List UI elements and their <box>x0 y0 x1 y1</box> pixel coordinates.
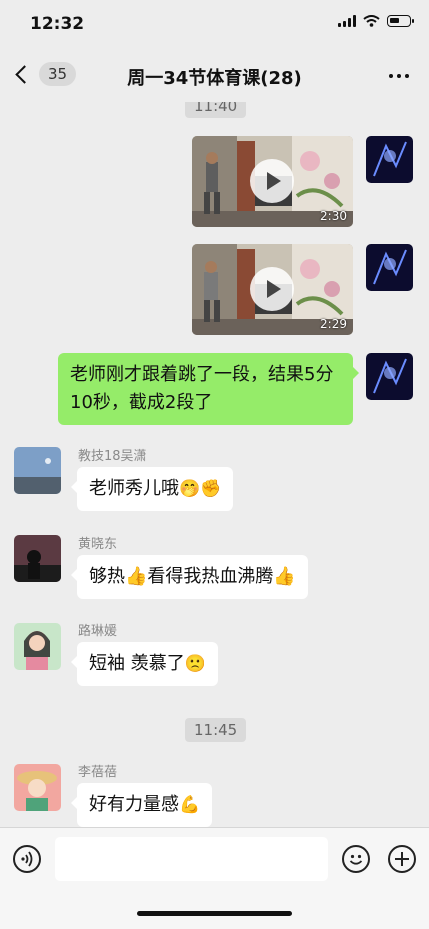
plus-icon <box>395 852 409 866</box>
wifi-icon <box>363 15 380 27</box>
message-input[interactable] <box>55 837 328 881</box>
avatar[interactable] <box>14 764 61 811</box>
more-functions-button[interactable] <box>388 845 416 873</box>
emoji-icon: 🤭✊ <box>179 479 222 499</box>
smile-icon <box>349 854 363 865</box>
message-bubble-outgoing[interactable]: 老师刚才跟着跳了一段，结果5分10秒，截成2段了 <box>58 353 359 425</box>
video-message[interactable]: 2:29 <box>192 244 353 335</box>
message-bubble-incoming[interactable]: 够热👍看得我热血沸腾👍 <box>71 555 308 599</box>
voice-icon <box>21 851 33 867</box>
timestamp: 11:40 <box>185 102 247 118</box>
sender-name: 黄晓东 <box>78 537 118 552</box>
video-message[interactable]: 2:30 <box>192 136 353 227</box>
message-text: 好有力量感 <box>89 794 179 815</box>
sender-name: 李蓓蓓 <box>78 765 118 780</box>
status-bar: 12:32 <box>0 0 429 50</box>
video-duration: 2:30 <box>320 209 347 223</box>
voice-input-button[interactable] <box>13 845 41 873</box>
avatar-self[interactable] <box>366 244 413 291</box>
message-bubble-incoming[interactable]: 好有力量感💪 <box>70 783 213 827</box>
message-bubble-incoming[interactable]: 老师秀儿哦🤭✊ <box>70 467 234 511</box>
sender-name: 教技18吴潇 <box>78 449 147 464</box>
chat-header: 35 周一34节体育课(28) <box>0 50 429 102</box>
play-icon[interactable] <box>250 159 294 203</box>
avatar[interactable] <box>14 447 61 494</box>
message-text: 老师秀儿哦 <box>89 478 179 499</box>
battery-icon <box>387 15 414 27</box>
status-icons <box>338 15 414 27</box>
home-indicator <box>137 911 292 916</box>
emoji-button[interactable] <box>342 845 370 873</box>
message-list[interactable]: 11:40 2:30 2:29 老师刚才跟着跳了一段，结果5分10秒，截成2段了… <box>0 102 429 827</box>
avatar[interactable] <box>14 623 61 670</box>
signal-icon <box>338 15 356 27</box>
chat-title: 周一34节体育课(28) <box>127 68 302 89</box>
sender-name: 路琳媛 <box>78 624 118 639</box>
play-icon[interactable] <box>250 267 294 311</box>
emoji-icon: 🙁 <box>184 654 206 674</box>
more-options-button[interactable] <box>389 74 409 78</box>
video-duration: 2:29 <box>320 317 347 331</box>
avatar-self[interactable] <box>366 353 413 400</box>
emoji-icon: 💪 <box>179 795 201 815</box>
message-bubble-incoming[interactable]: 短袖 羡慕了🙁 <box>71 642 218 686</box>
message-text: 短袖 羡慕了 <box>89 653 185 674</box>
timestamp: 11:45 <box>185 718 247 742</box>
avatar-self[interactable] <box>366 136 413 183</box>
status-time: 12:32 <box>30 14 85 34</box>
avatar[interactable] <box>14 535 61 582</box>
